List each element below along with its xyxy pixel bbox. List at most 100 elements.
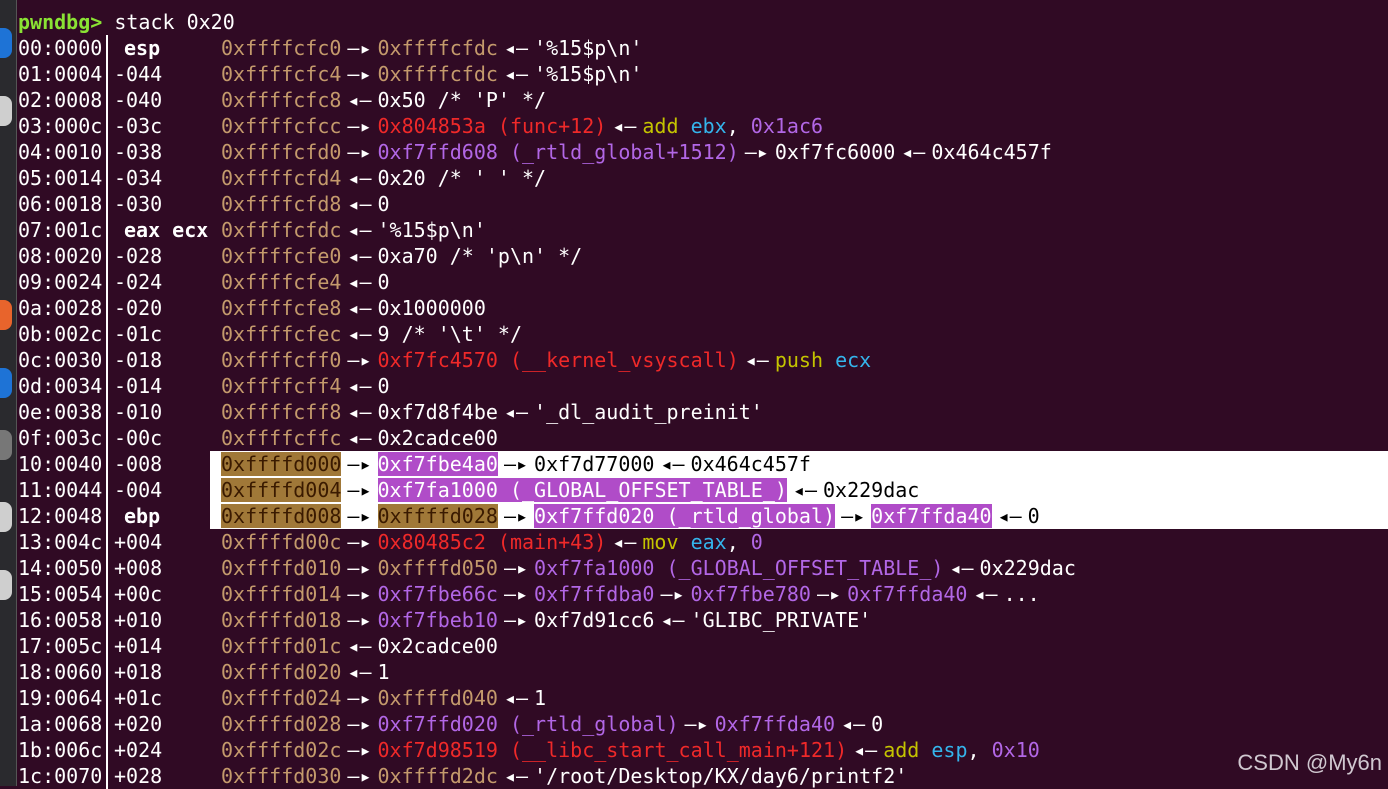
column-separator: [106, 295, 108, 321]
dock-app-icon[interactable]: [0, 570, 12, 600]
frame-offset: -040: [114, 88, 163, 112]
value-text: 0xf7d77000: [534, 452, 655, 476]
code-address: 0xf7fc4570 (__kernel_vsyscall): [377, 348, 739, 372]
pointer-chain: 0xffffcfe8 ◂— 0x1000000: [221, 295, 486, 321]
pointer-chain: 0xffffcfe0 ◂— 0xa70 /* 'p\n' */: [221, 243, 582, 269]
arrow-right-icon: —▸: [347, 504, 372, 528]
stack-address: 0xffffd030: [221, 764, 342, 788]
column-separator: [106, 139, 108, 165]
arrow-left-icon: ◂—: [503, 686, 529, 710]
frame-offset: +020: [114, 712, 163, 736]
stack-row: 17:005c +014 0xffffd01c ◂— 0x2cadce00: [18, 633, 1388, 659]
arrow-left-icon: ◂—: [949, 556, 974, 580]
stack-row: 0d:0034 -014 0xffffcff4 ◂— 0: [18, 373, 1388, 399]
value-text: '_dl_audit_preinit': [534, 400, 763, 424]
frame-offset: -03c: [114, 114, 163, 138]
dock-app-icon[interactable]: [0, 28, 12, 58]
value-text: 0x2cadce00: [377, 634, 498, 658]
register-operand: ecx: [835, 348, 872, 372]
column-separator: [106, 425, 108, 451]
stack-address: 0xffffcfec: [221, 322, 342, 346]
column-separator: [106, 451, 108, 477]
frame-offset: +014: [114, 634, 163, 658]
stack-address: 0xffffd008: [221, 504, 342, 528]
arrow-right-icon: —▸: [347, 764, 372, 788]
value-text: 1: [534, 686, 547, 710]
stack-address: 0xffffcfdc: [377, 36, 498, 60]
code-address: 0x804853a (func+12): [377, 114, 607, 138]
stack-row: 04:0010 -038 0xffffcfd0 —▸ 0xf7ffd608 (_rtld…: [18, 139, 1388, 165]
terminal-window[interactable]: pwndbg> stack 0x20 00:0000 esp 0xffffcfc0—…: [18, 0, 1388, 789]
value-text: ,: [726, 530, 751, 554]
prompt-label: pwndbg>: [18, 10, 103, 34]
stack-address: 0xffffcff4: [221, 374, 342, 398]
value-text: 0x20 /* ' ' */: [377, 166, 547, 190]
column-separator: [106, 191, 108, 217]
pointer-chain: 0xffffd030 —▸ 0xffffd2dc ◂— '/root/Desktop/K…: [221, 763, 907, 789]
pointer-chain: 0xffffd018 —▸ 0xf7fbeb10 —▸ 0xf7d91cc6 ◂— 'GLI…: [221, 607, 871, 633]
arrow-left-icon: ◂—: [841, 712, 866, 736]
frame-offset: -018: [114, 348, 163, 372]
stack-row: 14:0050 +008 0xffffd010 —▸ 0xffffd050 —▸ 0xf7f…: [18, 555, 1388, 581]
arrow-left-icon: ◂—: [901, 140, 926, 164]
dock-app-icon[interactable]: [0, 300, 12, 330]
column-separator: [106, 113, 108, 139]
pointer-chain: 0xffffcff0 —▸ 0xf7fc4570 (__kernel_vsyscal…: [221, 347, 871, 373]
stack-address: 0xffffcfe4: [221, 270, 342, 294]
pointer-chain: 0xffffd008 —▸ 0xffffd028 —▸ 0xf7ffd020 (_rtl…: [221, 503, 1040, 529]
arrow-left-icon: ◂—: [347, 218, 372, 242]
dock-app-icon[interactable]: [0, 430, 12, 460]
column-separator: [106, 607, 108, 633]
dock-app-icon[interactable]: [0, 502, 12, 532]
data-address: 0xf7ffda40: [714, 712, 836, 736]
stack-address: 0xffffcfc8: [221, 88, 342, 112]
frame-offset: -030: [114, 192, 163, 216]
pointer-chain: 0xffffcfdc ◂— '%15$p\n': [221, 217, 486, 243]
stack-index: 09:0024: [18, 270, 103, 294]
stack-address: 0xffffd020: [221, 660, 342, 684]
stack-address: 0xffffd2dc: [377, 764, 498, 788]
value-text: 0: [377, 374, 390, 398]
arrow-right-icon: —▸: [503, 608, 529, 632]
pointer-chain: 0xffffd014 —▸ 0xf7fbe66c —▸ 0xf7ffdba0 —▸ 0xf7…: [221, 581, 1040, 607]
pointer-chain: 0xffffd020 ◂— 1: [221, 659, 390, 685]
arrow-right-icon: —▸: [841, 504, 866, 528]
stack-index: 16:0058: [18, 608, 103, 632]
instruction-mnemonic: push: [774, 348, 824, 372]
arrow-right-icon: —▸: [660, 582, 685, 606]
pointer-chain: 0xffffd024 —▸ 0xffffd040 ◂— 1: [221, 685, 546, 711]
column-separator: [106, 659, 108, 685]
pointer-chain: 0xffffcfc8 ◂— 0x50 /* 'P' */: [221, 87, 546, 113]
stack-index: 0c:0030: [18, 348, 103, 372]
stack-address: 0xffffcfdc: [377, 62, 498, 86]
stack-index: 15:0054: [18, 582, 103, 606]
stack-index: 0e:0038: [18, 400, 103, 424]
value-text: 0x50 /* 'P' */: [377, 88, 547, 112]
stack-index: 05:0014: [18, 166, 103, 190]
arrow-left-icon: ◂—: [347, 426, 372, 450]
pointer-chain: 0xffffcfd8 ◂— 0: [221, 191, 390, 217]
arrow-right-icon: —▸: [347, 452, 372, 476]
column-separator: [106, 35, 108, 61]
value-text: '%15$p\n': [534, 62, 643, 86]
column-separator: [106, 217, 108, 243]
pointer-chain: 0xffffd00c —▸ 0x80485c2 (main+43) ◂— mov eax…: [221, 529, 763, 555]
register-operand: eax: [690, 530, 727, 554]
column-separator: [106, 711, 108, 737]
dock-app-icon[interactable]: [0, 368, 12, 398]
dock-app-icon[interactable]: [0, 96, 12, 126]
stack-row: 12:0048 ebp 0xffffd008 —▸ 0xffffd028 —▸ 0xf7ff…: [18, 503, 1388, 529]
value-text: 'GLIBC_PRIVATE': [690, 608, 872, 632]
frame-offset: +01c: [114, 686, 163, 710]
pointer-chain: 0xffffcfe4 ◂— 0: [221, 269, 390, 295]
stack-row: 05:0014 -034 0xffffcfd4 ◂— 0x20 /* ' ' */: [18, 165, 1388, 191]
value-text: [919, 738, 931, 762]
stack-index: 17:005c: [18, 634, 103, 658]
data-address: 0xf7fa1000 (_GLOBAL_OFFSET_TABLE_): [534, 556, 944, 580]
stack-index: 1a:0068: [18, 712, 103, 736]
value-text: ,: [967, 738, 992, 762]
stack-row: 16:0058 +010 0xffffd018 —▸ 0xf7fbeb10 —▸ 0xf7d…: [18, 607, 1388, 633]
data-address: 0xf7fa1000 (_GLOBAL_OFFSET_TABLE_): [377, 478, 787, 502]
stack-address: 0xffffcfd8: [221, 192, 342, 216]
command-line: pwndbg> stack 0x20: [18, 9, 235, 35]
